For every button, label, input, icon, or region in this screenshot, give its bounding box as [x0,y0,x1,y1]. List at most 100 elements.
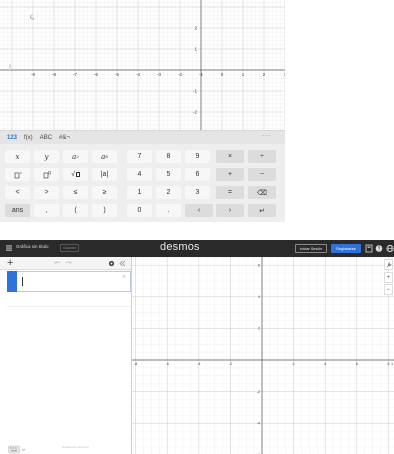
key-square[interactable]: 2 [5,168,30,181]
key-4[interactable]: 4 [127,168,152,181]
desktop-x-tick-label: 4 [324,362,326,366]
mobile-x-tick-label: 2 [263,72,266,77]
key-comma[interactable]: , [34,204,59,217]
key-power[interactable] [34,168,59,181]
svg-text:2: 2 [20,171,22,175]
desktop-y-tick-label: -2 [257,390,260,394]
key-left-arrow[interactable]: ‹ [185,204,213,217]
key-x[interactable]: x [5,150,30,163]
save-button[interactable]: Guardar [60,244,79,252]
key-open-paren[interactable]: ( [63,204,88,217]
key-greater-than[interactable]: > [34,186,59,199]
key-2[interactable]: 2 [156,186,181,199]
svg-text:?: ? [378,246,381,252]
help-icon[interactable]: ? [375,244,383,253]
zoom-in-button[interactable]: + [384,272,393,283]
hamburger-menu-icon[interactable] [6,245,12,251]
collapse-panel-icon[interactable] [119,260,126,267]
mobile-x-tick-label: -3 [157,72,161,77]
key-equals[interactable]: = [216,186,244,199]
key-abs[interactable]: |a| [92,168,117,181]
mobile-x-tick-label: -4 [136,72,140,77]
keypad-tab-numbers[interactable]: 123 [7,135,17,141]
key-a-power-b[interactable]: ab [92,150,117,163]
key-a-squared[interactable]: a2 [63,150,88,163]
power-box-icon [43,170,51,178]
mobile-y-tick-label: -2 [193,110,197,115]
key-7[interactable]: 7 [127,150,152,163]
desktop-graph-tick-labels: -10-8-6-4-224681642-2-4-6 [134,264,393,454]
keyboard-shortcuts-icon[interactable] [365,244,373,253]
key-5[interactable]: 5 [156,168,181,181]
mobile-x-tick-label: -2 [178,72,182,77]
desktop-x-tick-label: 8 [387,362,389,366]
key-9[interactable]: 9 [185,150,210,163]
expression-row[interactable]: × [7,271,131,292]
desmos-desktop-window: Gráfica sin título Guardar desmos Inicia… [0,240,394,454]
signup-button[interactable]: Registrarse [331,244,361,253]
mobile-y-tick-label: -1 [193,89,197,94]
key-less-equal[interactable]: ≤ [63,186,88,199]
key-1[interactable]: 1 [127,186,152,199]
redo-icon[interactable] [65,260,72,266]
mobile-graph-scrollbar[interactable] [9,64,11,70]
graph-title[interactable]: Gráfica sin título [16,244,49,249]
key-6[interactable]: 6 [185,168,210,181]
keypad-tab-functions[interactable]: f(x) [24,135,33,141]
key-sqrt-label: √ [71,171,75,178]
desktop-x-tick-label: -6 [166,362,169,366]
mobile-x-tick-label: -5 [115,72,119,77]
delete-expression-icon[interactable]: × [122,274,126,281]
key-y[interactable]: y [34,150,59,163]
globe-icon[interactable] [386,244,394,253]
key-greater-equal[interactable]: ≥ [92,186,117,199]
desmos-logo: desmos [160,241,200,253]
keypad-more-icon[interactable]: ··· [262,133,271,139]
add-item-button[interactable]: + [7,257,13,270]
gear-icon[interactable] [108,260,115,267]
keypad-tabs: 123 f(x) ABC #&¬ ··· [0,130,285,144]
login-button[interactable]: Iniciar Sesión [295,244,327,253]
key-sqrt[interactable]: √ [63,168,88,181]
expression-panel: + × powered by desmos [0,257,132,454]
key-3[interactable]: 3 [185,186,210,199]
wrench-settings-button[interactable] [384,259,393,270]
keypad-tab-symbols[interactable]: #&¬ [59,135,70,141]
expression-input[interactable] [20,277,110,287]
key-plus[interactable]: + [216,168,244,181]
mobile-x-tick-label: -8 [52,72,56,77]
key-multiply[interactable]: × [216,150,244,163]
mobile-graph-grid [0,0,285,130]
desktop-x-tick-label: 6 [356,362,358,366]
expression-empty-row[interactable] [7,293,131,307]
math-keypad: 123 f(x) ABC #&¬ ··· x y a2 ab 7 8 9 × ÷… [0,130,285,222]
key-ans[interactable]: ans [5,204,30,217]
desktop-y-tick-label: 4 [258,295,260,299]
key-enter[interactable]: ↵ [248,204,276,217]
desktop-graph-canvas[interactable]: -10-8-6-4-224681642-2-4-6 [132,257,394,454]
key-right-arrow[interactable]: › [216,204,244,217]
wrench-icon[interactable] [29,14,35,21]
mobile-x-tick-label: -7 [73,72,77,77]
key-backspace[interactable]: ⌫ [248,186,276,199]
key-minus[interactable]: − [248,168,276,181]
zoom-controls: + − [384,259,393,297]
keypad-tab-letters[interactable]: ABC [40,135,52,141]
key-0[interactable]: 0 [127,204,152,217]
desktop-graph-grid [132,257,394,454]
desktop-y-tick-label: 2 [258,327,260,331]
undo-icon[interactable] [54,260,61,266]
key-close-paren[interactable]: ) [92,204,117,217]
key-decimal[interactable]: . [156,204,181,217]
desktop-x-tick-label: -8 [134,362,137,366]
keyboard-toggle-icon[interactable] [8,445,28,454]
mobile-graph-canvas[interactable]: -9-8-7-6-5-4-3-2-1012321-1-2 [0,0,285,130]
key-less-than[interactable]: < [5,186,30,199]
key-8[interactable]: 8 [156,150,181,163]
desktop-x-tick-label: -2 [229,362,232,366]
zoom-out-button[interactable]: − [384,284,393,295]
key-divide[interactable]: ÷ [248,150,276,163]
mobile-x-tick-label: -6 [94,72,98,77]
mobile-x-tick-label: -1 [199,72,203,77]
expression-row-tab[interactable] [7,271,17,292]
